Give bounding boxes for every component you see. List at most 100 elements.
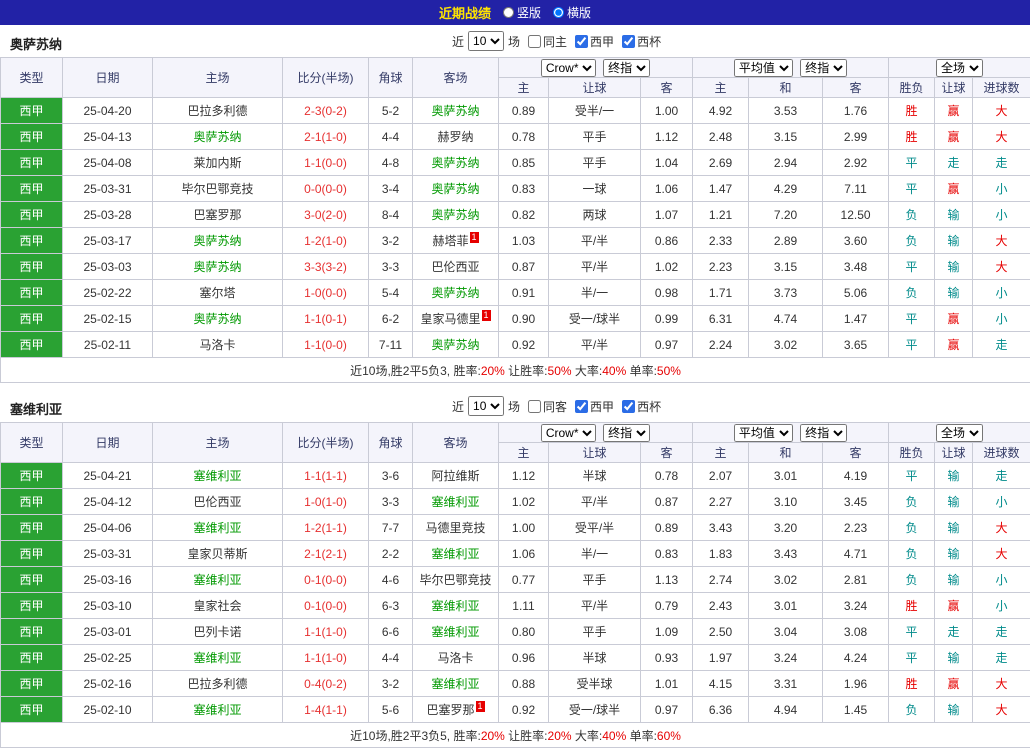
odds-provider-select[interactable]: Crow* (541, 59, 596, 77)
away-team-name[interactable]: 塞维利亚 (431, 625, 479, 639)
home-team-name[interactable]: 巴列卡诺 (193, 625, 241, 639)
result-outcome: 负 (889, 202, 935, 228)
odds-stage-select[interactable]: 终指 (603, 59, 650, 77)
match-row: 西甲25-03-16塞维利亚0-1(0-0)4-6毕尔巴鄂竞技0.77平手1.1… (1, 567, 1030, 593)
subcol-avg-home: 主 (693, 443, 749, 463)
euro-stage-select[interactable]: 终指 (800, 59, 847, 77)
away-team-name[interactable]: 皇家马德里 (420, 312, 480, 326)
same-venue-input[interactable] (528, 35, 541, 48)
result-handicap: 输 (935, 515, 973, 541)
away-team-name[interactable]: 塞维利亚 (431, 495, 479, 509)
home-team-name[interactable]: 奥萨苏纳 (193, 312, 241, 326)
away-team-name[interactable]: 奥萨苏纳 (431, 104, 479, 118)
subcol-away-odds: 客 (641, 78, 693, 98)
cup-filter-input[interactable] (622, 35, 635, 48)
away-team-name[interactable]: 奥萨苏纳 (431, 156, 479, 170)
away-team-name[interactable]: 奥萨苏纳 (431, 182, 479, 196)
same-venue-checkbox[interactable]: 同主 (524, 33, 567, 50)
home-team-name[interactable]: 奥萨苏纳 (193, 130, 241, 144)
home-team-name[interactable]: 奥萨苏纳 (193, 234, 241, 248)
home-team-name[interactable]: 塞维利亚 (193, 469, 241, 483)
home-team-name[interactable]: 巴拉多利德 (187, 104, 247, 118)
same-venue-label: 同客 (543, 398, 567, 415)
away-team-cell: 奥萨苏纳 (413, 150, 499, 176)
average-select[interactable]: 平均值 (734, 59, 793, 77)
home-team-name[interactable]: 巴塞罗那 (193, 208, 241, 222)
result-goals: 小 (973, 176, 1030, 202)
home-team-name[interactable]: 皇家社会 (193, 599, 241, 613)
home-team-name[interactable]: 马洛卡 (199, 338, 235, 352)
layout-radio-vertical[interactable]: 竖版 (503, 4, 541, 21)
home-team-name[interactable]: 塞维利亚 (193, 573, 241, 587)
league-cell: 西甲 (1, 593, 63, 619)
home-team-name[interactable]: 皇家贝蒂斯 (187, 547, 247, 561)
vertical-radio-input[interactable] (503, 7, 514, 18)
odds-stage-select[interactable]: 终指 (603, 424, 650, 442)
away-team-name[interactable]: 塞维利亚 (431, 599, 479, 613)
home-team-name[interactable]: 塞维利亚 (193, 703, 241, 717)
away-team-name[interactable]: 巴塞罗那 (426, 703, 474, 717)
cup-filter-input[interactable] (622, 400, 635, 413)
corners-cell: 3-3 (369, 254, 413, 280)
score-cell: 1-1(0-1) (283, 306, 369, 332)
league-filter-checkbox[interactable]: 西甲 (571, 33, 614, 50)
same-venue-label: 同主 (543, 33, 567, 50)
euro-stage-select[interactable]: 终指 (800, 424, 847, 442)
home-team-name[interactable]: 塞维利亚 (193, 521, 241, 535)
away-team-name[interactable]: 巴伦西亚 (431, 260, 479, 274)
away-team-name[interactable]: 阿拉维斯 (431, 469, 479, 483)
layout-radio-horizontal[interactable]: 横版 (553, 4, 591, 21)
fulltime-select[interactable]: 全场 (936, 59, 983, 77)
horizontal-radio-input[interactable] (553, 7, 564, 18)
league-filter-checkbox[interactable]: 西甲 (571, 398, 614, 415)
same-venue-checkbox[interactable]: 同客 (524, 398, 567, 415)
home-team-cell: 奥萨苏纳 (153, 228, 283, 254)
away-team-cell: 毕尔巴鄂竞技 (413, 567, 499, 593)
home-team-cell: 巴拉多利德 (153, 671, 283, 697)
league-filter-input[interactable] (575, 35, 588, 48)
home-team-name[interactable]: 巴拉多利德 (187, 677, 247, 691)
date-cell: 25-03-28 (63, 202, 153, 228)
home-team-name[interactable]: 奥萨苏纳 (193, 260, 241, 274)
summary-value: 50% (548, 364, 572, 378)
odds-provider-select[interactable]: Crow* (541, 424, 596, 442)
result-handicap: 输 (935, 228, 973, 254)
away-team-name[interactable]: 奥萨苏纳 (431, 338, 479, 352)
away-team-name[interactable]: 奥萨苏纳 (431, 286, 479, 300)
handicap-line: 受平/半 (549, 515, 641, 541)
recent-count-select[interactable]: 10 (468, 396, 504, 416)
away-team-name[interactable]: 赫塔菲 (432, 234, 468, 248)
odds-home: 0.91 (499, 280, 549, 306)
home-team-name[interactable]: 塞尔塔 (199, 286, 235, 300)
away-team-name[interactable]: 马德里竞技 (425, 521, 485, 535)
home-team-name[interactable]: 毕尔巴鄂竞技 (181, 182, 253, 196)
home-team-cell: 皇家贝蒂斯 (153, 541, 283, 567)
cup-filter-checkbox[interactable]: 西杯 (618, 33, 661, 50)
away-team-name[interactable]: 马洛卡 (437, 651, 473, 665)
away-team-name[interactable]: 塞维利亚 (431, 547, 479, 561)
fulltime-select[interactable]: 全场 (936, 424, 983, 442)
avg-draw-odds: 3.15 (749, 124, 823, 150)
away-team-name[interactable]: 奥萨苏纳 (431, 208, 479, 222)
corners-cell: 3-2 (369, 228, 413, 254)
average-select[interactable]: 平均值 (734, 424, 793, 442)
page-title: 近期战绩 (439, 3, 491, 22)
home-team-name[interactable]: 莱加内斯 (193, 156, 241, 170)
subcol-handicap: 让球 (549, 443, 641, 463)
handicap-line: 受半球 (549, 671, 641, 697)
away-team-name[interactable]: 赫罗纳 (437, 130, 473, 144)
same-venue-input[interactable] (528, 400, 541, 413)
home-team-name[interactable]: 巴伦西亚 (193, 495, 241, 509)
cup-filter-label: 西杯 (637, 398, 661, 415)
league-filter-input[interactable] (575, 400, 588, 413)
handicap-line: 半/一 (549, 280, 641, 306)
result-goals: 走 (973, 619, 1030, 645)
date-cell: 25-04-13 (63, 124, 153, 150)
col-header-type: 类型 (1, 58, 63, 98)
away-team-name[interactable]: 塞维利亚 (431, 677, 479, 691)
home-team-name[interactable]: 塞维利亚 (193, 651, 241, 665)
away-team-name[interactable]: 毕尔巴鄂竞技 (419, 573, 491, 587)
date-cell: 25-02-22 (63, 280, 153, 306)
cup-filter-checkbox[interactable]: 西杯 (618, 398, 661, 415)
recent-count-select[interactable]: 10 (468, 31, 504, 51)
